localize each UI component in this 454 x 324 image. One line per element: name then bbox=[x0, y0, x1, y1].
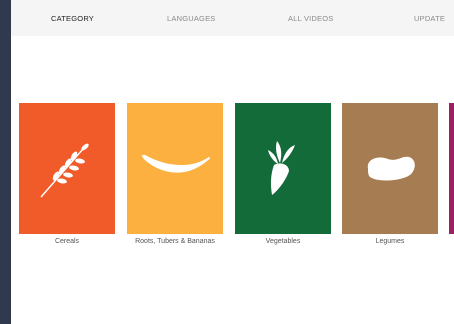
category-card-roots-tubers-bananas[interactable] bbox=[127, 103, 223, 234]
wheat-icon bbox=[40, 143, 89, 198]
tab-update[interactable]: UPDATE bbox=[414, 0, 445, 36]
category-card-next[interactable] bbox=[449, 103, 454, 234]
bean-icon bbox=[367, 156, 415, 181]
tab-all-videos[interactable]: ALL VIDEOS bbox=[288, 0, 334, 36]
banana-icon bbox=[141, 154, 211, 173]
category-label-cereals: Cereals bbox=[54, 238, 80, 245]
category-label-legumes: Legumes bbox=[375, 238, 405, 245]
carrot-icon bbox=[268, 141, 295, 195]
app-window: CATEGORY LANGUAGES ALL VIDEOS UPDATE Cer… bbox=[11, 0, 454, 324]
category-card-cereals[interactable] bbox=[19, 103, 115, 234]
tab-languages[interactable]: LANGUAGES bbox=[167, 0, 215, 36]
category-label-vegetables: Vegetables bbox=[265, 238, 301, 245]
tab-category[interactable]: CATEGORY bbox=[51, 0, 94, 36]
top-tab-bar: CATEGORY LANGUAGES ALL VIDEOS UPDATE bbox=[11, 0, 454, 36]
category-card-legumes[interactable] bbox=[342, 103, 438, 234]
category-card-vegetables[interactable] bbox=[235, 103, 331, 234]
category-label-roots-tubers-bananas: Roots, Tubers & Bananas bbox=[135, 238, 215, 245]
